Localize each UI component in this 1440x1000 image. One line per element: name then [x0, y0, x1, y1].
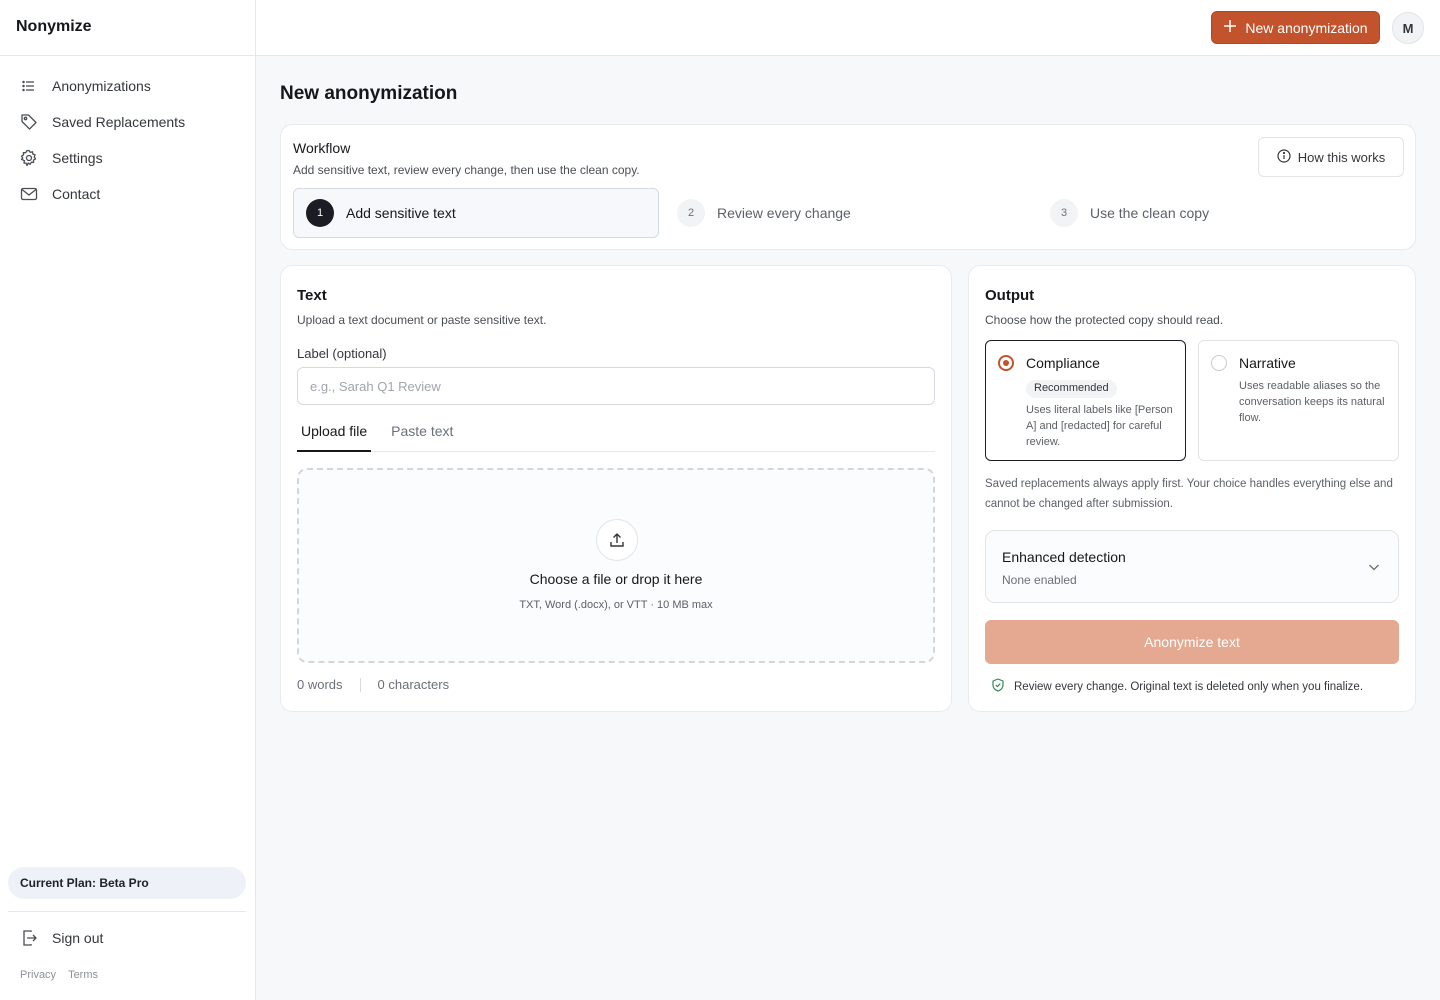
- sidebar-item-saved-replacements[interactable]: Saved Replacements: [0, 104, 255, 140]
- sidebar-item-anonymizations[interactable]: Anonymizations: [0, 68, 255, 104]
- output-card-subtitle: Choose how the protected copy should rea…: [985, 313, 1224, 327]
- step-number: 1: [306, 199, 334, 227]
- workflow-step-3[interactable]: 3 Use the clean copy: [1050, 188, 1209, 238]
- step-number: 2: [677, 199, 705, 227]
- how-this-works-button[interactable]: How this works: [1258, 137, 1404, 177]
- file-dropzone[interactable]: Choose a file or drop it here TXT, Word …: [297, 468, 935, 663]
- sidebar-item-label: Saved Replacements: [52, 114, 186, 130]
- output-note: Saved replacements always apply first. Y…: [985, 478, 1393, 510]
- sidebar-item-contact[interactable]: Contact: [0, 176, 255, 212]
- sign-out-button[interactable]: Sign out: [0, 920, 256, 956]
- avatar[interactable]: M: [1392, 12, 1424, 44]
- option-description: Uses readable aliases so the conversatio…: [1239, 380, 1385, 424]
- app-logo[interactable]: Nonymize: [0, 0, 255, 56]
- step-number: 3: [1050, 199, 1078, 227]
- sign-out-icon: [20, 929, 38, 947]
- sidebar-divider: [8, 911, 246, 912]
- step-label: Use the clean copy: [1090, 205, 1210, 221]
- list-icon: [20, 77, 38, 95]
- plus-icon: [1223, 19, 1237, 36]
- recommended-badge: Recommended: [1026, 380, 1117, 398]
- new-anonymization-button[interactable]: New anonymization: [1211, 11, 1380, 44]
- step-label: Add sensitive text: [346, 205, 456, 221]
- option-name: Narrative: [1239, 355, 1296, 371]
- footer-links: Privacy Terms: [20, 969, 98, 981]
- sidebar-item-label: Contact: [52, 186, 101, 202]
- option-name: Compliance: [1026, 355, 1100, 371]
- gear-icon: [20, 149, 38, 167]
- radio-narrative[interactable]: [1211, 355, 1227, 371]
- word-count: 0 words: [297, 677, 343, 692]
- count-divider: [359, 677, 361, 692]
- label-input[interactable]: [297, 367, 935, 405]
- workflow-subtitle: Add sensitive text, review every change,…: [293, 163, 640, 177]
- text-card-subtitle: Upload a text document or paste sensitiv…: [297, 313, 547, 327]
- plan-badge[interactable]: Current Plan: Beta Pro: [8, 867, 246, 899]
- option-description: Uses literal labels like [Person A] and …: [1026, 404, 1173, 448]
- terms-link[interactable]: Terms: [68, 969, 98, 981]
- output-card-title: Output: [985, 287, 1035, 304]
- sidebar-item-label: Settings: [52, 150, 103, 166]
- workflow-title: Workflow: [293, 140, 351, 156]
- sidebar-item-label: Anonymizations: [52, 78, 151, 94]
- step-label: Review every change: [717, 205, 851, 221]
- chevron-down-icon: [1366, 559, 1382, 575]
- label-field-label: Label (optional): [297, 346, 387, 361]
- review-note: Review every change. Original text is de…: [991, 678, 1363, 695]
- tag-icon: [20, 113, 38, 131]
- sidebar: Nonymize Anonymizations Saved Replacemen…: [0, 0, 256, 1000]
- workflow-step-1[interactable]: 1 Add sensitive text: [293, 188, 659, 238]
- text-card-title: Text: [297, 287, 327, 304]
- enhanced-detection-toggle[interactable]: Enhanced detection None enabled: [985, 530, 1399, 603]
- dropzone-subtitle: TXT, Word (.docx), or VTT · 10 MB max: [519, 599, 713, 611]
- topbar: New anonymization M: [256, 0, 1440, 56]
- tab-paste-text[interactable]: Paste text: [387, 418, 457, 452]
- option-narrative[interactable]: Narrative Uses readable aliases so the c…: [1198, 340, 1399, 461]
- output-card: Output Choose how the protected copy sho…: [968, 265, 1416, 712]
- sign-out-label: Sign out: [52, 930, 104, 946]
- character-count: 0 characters: [377, 677, 450, 692]
- info-icon: [1277, 148, 1291, 166]
- page-title: New anonymization: [280, 83, 458, 104]
- new-anonymization-label: New anonymization: [1245, 19, 1368, 36]
- option-compliance[interactable]: Compliance Recommended Uses literal labe…: [985, 340, 1186, 461]
- how-this-works-label: How this works: [1297, 149, 1386, 165]
- text-card: Text Upload a text document or paste sen…: [280, 265, 952, 712]
- workflow-step-2[interactable]: 2 Review every change: [677, 188, 851, 238]
- anonymize-text-button[interactable]: Anonymize text: [985, 620, 1399, 664]
- sidebar-item-settings[interactable]: Settings: [0, 140, 255, 176]
- input-mode-tabs: Upload file Paste text: [297, 418, 935, 452]
- radio-compliance[interactable]: [998, 355, 1014, 371]
- workflow-card: Workflow Add sensitive text, review ever…: [280, 124, 1416, 250]
- review-note-text: Review every change. Original text is de…: [1014, 680, 1364, 693]
- shield-check-icon: [991, 678, 1005, 695]
- enhanced-detection-status: None enabled: [1002, 573, 1077, 587]
- dropzone-title: Choose a file or drop it here: [529, 571, 703, 587]
- mail-icon: [20, 185, 38, 203]
- text-counts: 0 words 0 characters: [297, 677, 449, 692]
- tab-upload-file[interactable]: Upload file: [297, 418, 372, 452]
- sidebar-nav: Anonymizations Saved Replacements Settin…: [0, 56, 255, 212]
- privacy-link[interactable]: Privacy: [20, 969, 56, 981]
- upload-icon: [596, 519, 638, 561]
- enhanced-detection-title: Enhanced detection: [1002, 549, 1126, 565]
